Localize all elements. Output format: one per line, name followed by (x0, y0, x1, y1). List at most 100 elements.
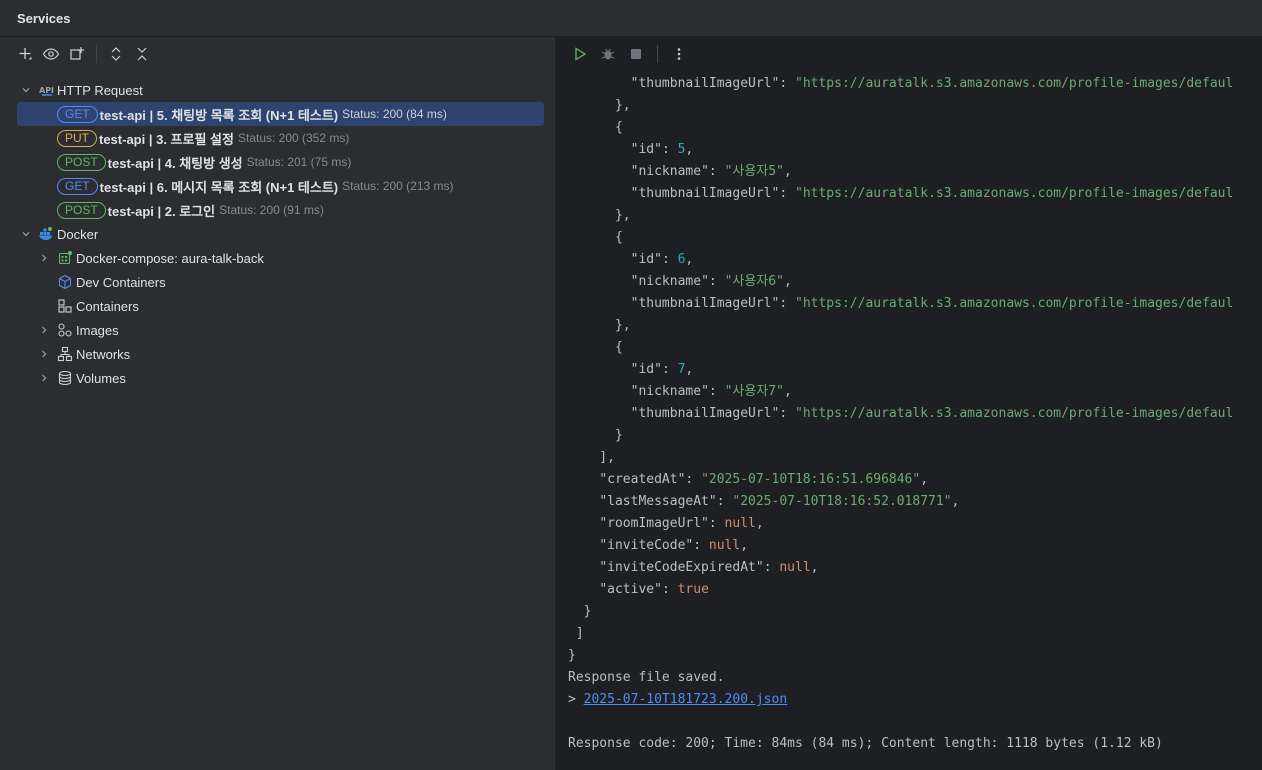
chevron-right-icon[interactable] (38, 252, 50, 264)
stop-icon[interactable] (625, 43, 647, 65)
networks-icon (57, 346, 73, 362)
response-console-panel: "thumbnailImageUrl": "https://auratalk.s… (557, 37, 1262, 770)
request-name: test-api | 5. 채팅방 목록 조회 (N+1 테스트) (99, 107, 339, 123)
api-icon: API (38, 82, 54, 98)
tree-node-dev-containers[interactable]: Dev Containers (0, 270, 556, 294)
toolbar-separator (657, 45, 658, 63)
debug-icon[interactable] (597, 43, 619, 65)
chevron-right-icon[interactable] (38, 324, 50, 336)
tree-node-images[interactable]: Images (0, 318, 556, 342)
docker-compose-icon (57, 250, 73, 266)
collapse-all-icon[interactable] (131, 43, 153, 65)
chevron-down-icon[interactable] (20, 228, 32, 240)
response-saved-message: Response file saved. (568, 670, 725, 685)
response-file-line: > 2025-07-10T181723.200.json (568, 692, 788, 707)
new-group-icon[interactable] (66, 43, 88, 65)
containers-icon (57, 298, 73, 314)
json-line: "thumbnailImageUrl": "https://auratalk.s… (630, 406, 1234, 421)
request-item[interactable]: GET test-api | 5. 채팅방 목록 조회 (N+1 테스트) St… (17, 102, 544, 126)
method-badge-post: POST (57, 201, 106, 219)
method-badge-post: POST (57, 153, 106, 171)
method-badge-get: GET (57, 177, 98, 195)
json-line: "id": 7, (630, 362, 694, 377)
request-status: Status: 200 (352 ms) (237, 131, 350, 145)
request-item[interactable]: GET test-api | 6. 메시지 목록 조회 (N+1 테스트) St… (0, 174, 556, 198)
json-line: { (568, 120, 623, 135)
eye-icon[interactable] (40, 43, 62, 65)
tree-node-volumes[interactable]: Volumes (0, 366, 556, 390)
json-line: "nickname": "사용자5", (630, 164, 792, 179)
services-tree: API HTTP Request GET test-api | 5. 채팅방 목… (0, 78, 556, 390)
request-name: test-api | 3. 프로필 설정 (99, 131, 234, 147)
tree-node-docker[interactable]: Docker (0, 222, 556, 246)
services-tree-panel: API HTTP Request GET test-api | 5. 채팅방 목… (0, 37, 556, 770)
request-status: Status: 200 (91 ms) (219, 203, 324, 217)
json-line: "nickname": "사용자7", (630, 384, 792, 399)
json-line: } (568, 648, 576, 663)
toolbar-separator (96, 45, 97, 63)
request-status: Status: 200 (213 ms) (342, 179, 454, 193)
method-badge-get: GET (57, 105, 98, 123)
tree-toolbar (0, 37, 555, 71)
cube-icon (57, 274, 73, 290)
tree-item-label: Networks (76, 346, 131, 362)
request-item[interactable]: POST test-api | 2. 로그인 Status: 200 (91 m… (0, 198, 556, 222)
json-line: "thumbnailImageUrl": "https://auratalk.s… (630, 296, 1234, 311)
json-line: "lastMessageAt": "2025-07-10T18:16:52.01… (599, 494, 960, 509)
request-item[interactable]: POST test-api | 4. 채팅방 생성 Status: 201 (7… (0, 150, 556, 174)
tree-node-http-request[interactable]: API HTTP Request (0, 78, 556, 102)
json-line: ] (568, 626, 584, 641)
json-line: "inviteCode": null, (599, 538, 749, 553)
images-icon (57, 322, 73, 338)
docker-icon (38, 226, 54, 242)
request-item[interactable]: PUT test-api | 3. 프로필 설정 Status: 200 (35… (0, 126, 556, 150)
request-status: Status: 200 (84 ms) (342, 107, 447, 121)
empty-line (568, 711, 1233, 733)
chevron-down-icon[interactable] (20, 84, 32, 96)
json-line: "active": true (599, 582, 709, 597)
expand-all-icon[interactable] (105, 43, 127, 65)
tree-item-label: Containers (76, 298, 139, 314)
json-line: }, (568, 318, 631, 333)
add-icon[interactable] (14, 43, 36, 65)
tree-item-label: Images (76, 322, 119, 338)
tree-node-networks[interactable]: Networks (0, 342, 556, 366)
method-badge-put: PUT (57, 129, 97, 147)
tree-node-docker-compose[interactable]: Docker-compose: aura-talk-back (0, 246, 556, 270)
json-line: }, (568, 208, 631, 223)
run-icon[interactable] (569, 43, 591, 65)
json-line: "inviteCodeExpiredAt": null, (599, 560, 819, 575)
json-line: "thumbnailImageUrl": "https://auratalk.s… (630, 76, 1234, 91)
json-line: } (568, 604, 592, 619)
title-bar: Services (0, 0, 1262, 37)
json-line: "createdAt": "2025-07-10T18:16:51.696846… (599, 472, 929, 487)
docker-label: Docker (57, 226, 99, 242)
json-line: "roomImageUrl": null, (599, 516, 764, 531)
chevron-right-icon[interactable] (38, 372, 50, 384)
json-line: "thumbnailImageUrl": "https://auratalk.s… (630, 186, 1234, 201)
json-line: "nickname": "사용자6", (630, 274, 792, 289)
response-summary: Response code: 200; Time: 84ms (84 ms); … (568, 736, 1163, 751)
json-line: "id": 5, (630, 142, 694, 157)
response-body: "thumbnailImageUrl": "https://auratalk.s… (568, 73, 1233, 755)
more-options-icon[interactable] (668, 43, 690, 65)
json-line: }, (568, 98, 631, 113)
volumes-icon (57, 370, 73, 386)
tree-item-label: Dev Containers (76, 274, 166, 290)
http-request-label: HTTP Request (57, 82, 143, 98)
tree-node-containers[interactable]: Containers (0, 294, 556, 318)
svg-text:API: API (39, 86, 54, 95)
console-toolbar (557, 37, 1262, 71)
request-status: Status: 201 (75 ms) (246, 155, 352, 169)
request-name: test-api | 4. 채팅방 생성 (107, 155, 243, 171)
json-line: { (568, 340, 623, 355)
json-line: { (568, 230, 623, 245)
chevron-right-icon[interactable] (38, 348, 50, 360)
json-line: ], (568, 450, 615, 465)
json-line: } (568, 428, 623, 443)
response-file-link[interactable]: 2025-07-10T181723.200.json (584, 692, 788, 707)
tree-item-label: Docker-compose: aura-talk-back (76, 250, 264, 266)
json-line: "id": 6, (630, 252, 694, 267)
request-name: test-api | 6. 메시지 목록 조회 (N+1 테스트) (99, 179, 339, 195)
window-title: Services (17, 10, 71, 26)
